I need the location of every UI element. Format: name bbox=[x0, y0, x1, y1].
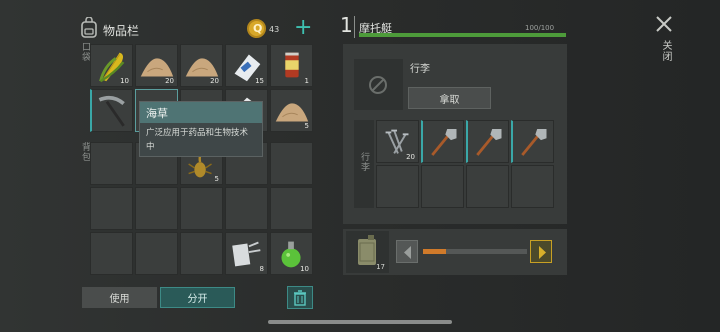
slot-count: 8 bbox=[259, 265, 264, 273]
empty-slot-icon bbox=[369, 76, 387, 94]
luggage-title: 行李 bbox=[410, 64, 430, 75]
trunk-label: 行李 bbox=[359, 152, 369, 172]
backpack-slot[interactable] bbox=[270, 142, 313, 185]
slot-count: 5 bbox=[304, 122, 309, 130]
item-tooltip: 海草 广泛应用于药品和生物技术中 bbox=[139, 101, 263, 157]
close-label: 关闭 bbox=[660, 40, 671, 62]
slot-count: 20 bbox=[406, 153, 415, 161]
health-fill bbox=[359, 33, 566, 37]
home-indicator bbox=[268, 320, 452, 324]
trash-icon bbox=[294, 289, 306, 306]
inventory-slot[interactable]: 20 bbox=[135, 44, 178, 87]
arrow-left-icon bbox=[404, 246, 411, 259]
equipment-slot[interactable] bbox=[354, 59, 403, 110]
backpack-slot[interactable] bbox=[135, 187, 178, 230]
inventory-slot[interactable]: 20 bbox=[180, 44, 223, 87]
fuel-count: 17 bbox=[376, 263, 385, 271]
divider bbox=[354, 16, 355, 38]
shovel-icon bbox=[521, 128, 547, 156]
backpack-slot[interactable] bbox=[90, 232, 133, 275]
slot-count: 10 bbox=[300, 265, 309, 273]
slot-count: 15 bbox=[255, 77, 264, 85]
tooltip-desc: 广泛应用于药品和生物技术中 bbox=[146, 128, 249, 152]
arrow-right-icon bbox=[539, 246, 546, 259]
fuel-decrease-button[interactable] bbox=[396, 240, 418, 263]
backpack-icon bbox=[80, 16, 98, 39]
coin-icon: Q bbox=[247, 19, 266, 38]
inventory-slot[interactable]: 10 bbox=[90, 44, 133, 87]
trunk-slot[interactable] bbox=[421, 165, 464, 208]
take-button[interactable]: 拿取 bbox=[408, 87, 491, 109]
slot-count: 20 bbox=[165, 77, 174, 85]
fuel-slider[interactable] bbox=[423, 249, 527, 254]
backpack-slot[interactable] bbox=[180, 187, 223, 230]
vehicle-number: 1 bbox=[340, 13, 353, 37]
backpack-slot[interactable] bbox=[270, 187, 313, 230]
backpack-slot[interactable]: 10 bbox=[270, 232, 313, 275]
trunk-slot[interactable] bbox=[511, 165, 554, 208]
backpack-slot[interactable] bbox=[225, 187, 268, 230]
split-button[interactable]: 分开 bbox=[160, 287, 235, 308]
fuel-slot[interactable]: 17 bbox=[346, 231, 389, 273]
fuel-increase-button[interactable] bbox=[530, 240, 552, 263]
tooltip-title: 海草 bbox=[140, 102, 262, 123]
pickaxe-icon bbox=[98, 95, 125, 127]
slot-count: 10 bbox=[120, 77, 129, 85]
inventory-slot[interactable]: 1 bbox=[270, 44, 313, 87]
backpack-slot[interactable] bbox=[180, 232, 223, 275]
backpack-slot[interactable] bbox=[90, 142, 133, 185]
trunk-slot[interactable] bbox=[511, 120, 554, 163]
trunk-slot[interactable] bbox=[376, 165, 419, 208]
use-button[interactable]: 使用 bbox=[82, 287, 157, 308]
coin-count: 43 bbox=[269, 25, 280, 34]
trunk-slot[interactable] bbox=[466, 165, 509, 208]
backpack-slot[interactable]: 8 bbox=[225, 232, 268, 275]
close-button[interactable] bbox=[655, 15, 673, 33]
slot-count: 20 bbox=[210, 77, 219, 85]
trash-button[interactable] bbox=[287, 286, 313, 309]
inventory-slot[interactable]: 15 bbox=[225, 44, 268, 87]
shovel-icon bbox=[431, 128, 457, 156]
inventory-slot[interactable]: 5 bbox=[270, 89, 313, 132]
slot-count: 5 bbox=[214, 175, 219, 183]
vehicle-health-bar bbox=[359, 33, 566, 37]
inventory-slot[interactable] bbox=[90, 89, 133, 132]
shovel-icon bbox=[476, 128, 502, 156]
trunk-slot[interactable] bbox=[466, 120, 509, 163]
add-coins-button[interactable]: + bbox=[294, 14, 312, 42]
close-icon bbox=[656, 16, 672, 32]
inventory-title: 物品栏 bbox=[103, 24, 140, 38]
backpack-slot[interactable] bbox=[90, 187, 133, 230]
fuel-slider-fill bbox=[423, 249, 446, 254]
vehicle-hp: 100/100 bbox=[525, 24, 555, 32]
slot-count: 1 bbox=[304, 77, 309, 85]
backpack-slot[interactable] bbox=[135, 232, 178, 275]
trunk-slot[interactable] bbox=[421, 120, 464, 163]
trunk-slot[interactable]: 20 bbox=[376, 120, 419, 163]
